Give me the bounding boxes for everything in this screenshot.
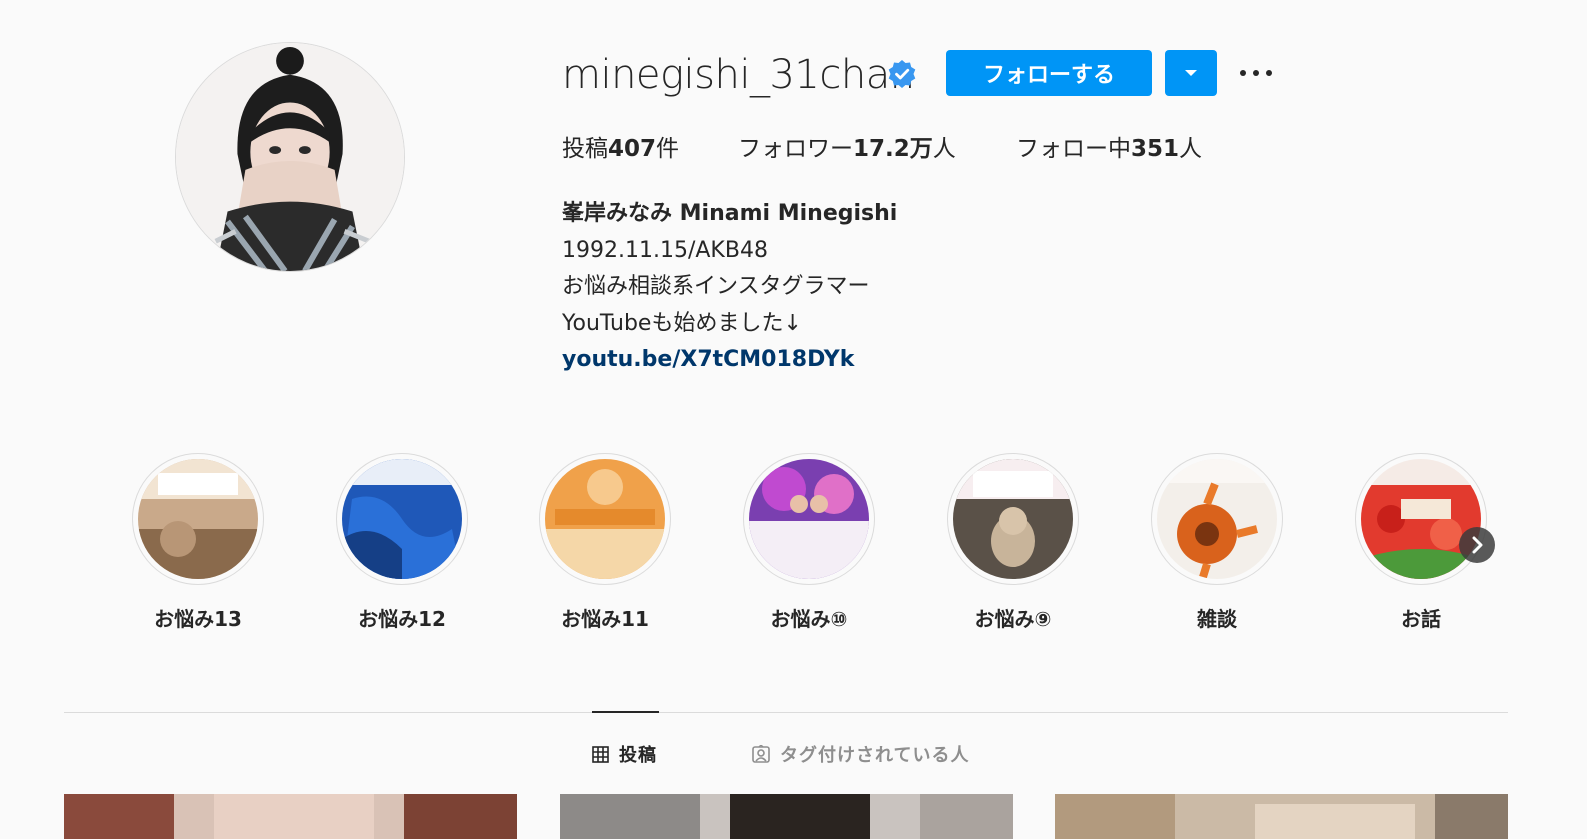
highlight-label: お悩み⑨ bbox=[974, 607, 1052, 631]
post-image bbox=[64, 794, 517, 839]
highlight-item[interactable]: 雑談 bbox=[1147, 453, 1287, 632]
tab-posts-label: 投稿 bbox=[619, 745, 657, 766]
chevron-right-icon bbox=[1472, 536, 1483, 554]
profile-avatar[interactable] bbox=[175, 42, 405, 272]
posts-label: 投稿 bbox=[562, 136, 608, 162]
highlight-label: お悩み13 bbox=[154, 607, 242, 631]
followers-suffix: 人 bbox=[932, 136, 956, 162]
more-options-icon[interactable] bbox=[1236, 56, 1276, 90]
story-highlights: お悩み13 お悩み12 お悩み11 お悩み⑩ お悩み⑨ 雑談 お話 bbox=[0, 453, 1587, 643]
verified-badge-icon bbox=[888, 60, 916, 88]
highlight-item[interactable]: お悩み⑨ bbox=[943, 453, 1083, 632]
highlight-cover bbox=[138, 459, 258, 579]
post-thumbnail[interactable] bbox=[1055, 794, 1508, 839]
highlight-ring bbox=[743, 453, 875, 585]
chevron-down-icon bbox=[1185, 70, 1197, 76]
followers-stat-link[interactable]: フォロワー17.2万人 bbox=[738, 132, 956, 166]
bio-external-link[interactable]: youtu.be/X7tCM018DYk bbox=[562, 342, 897, 379]
post-thumbnail[interactable] bbox=[64, 794, 517, 839]
highlight-item[interactable]: お悩み12 bbox=[332, 453, 472, 632]
highlight-cover bbox=[1157, 459, 1277, 579]
highlight-cover bbox=[342, 459, 462, 579]
profile-full-name: 峯岸みなみ Minami Minegishi bbox=[562, 201, 898, 226]
profile-page: minegishi_31chan フォローする 投稿407件 フォロワー17.2… bbox=[0, 0, 1587, 839]
highlight-item[interactable]: お悩み11 bbox=[535, 453, 675, 632]
highlight-label: 雑談 bbox=[1197, 607, 1237, 631]
followers-label: フォロワー bbox=[738, 136, 853, 162]
tab-tagged[interactable]: タグ付けされている人 bbox=[752, 740, 969, 768]
highlight-label: お悩み12 bbox=[358, 607, 446, 631]
profile-bio: 峯岸みなみ Minami Minegishi 1992.11.15/AKB48 … bbox=[562, 196, 897, 379]
follow-button[interactable]: フォローする bbox=[946, 50, 1152, 96]
posts-count: 407 bbox=[608, 136, 657, 162]
tabs-divider bbox=[64, 712, 1508, 713]
followers-count: 17.2万 bbox=[853, 136, 933, 162]
active-tab-indicator bbox=[592, 711, 659, 713]
following-suffix: 人 bbox=[1179, 136, 1203, 162]
following-stat-link[interactable]: フォロー中351人 bbox=[1016, 132, 1202, 166]
post-image bbox=[1055, 794, 1508, 839]
highlight-ring bbox=[132, 453, 264, 585]
post-thumbnail[interactable] bbox=[560, 794, 1013, 839]
post-image bbox=[560, 794, 1013, 839]
highlight-label: お話 bbox=[1401, 607, 1441, 631]
suggested-accounts-dropdown-button[interactable] bbox=[1165, 50, 1217, 96]
following-count: 351 bbox=[1131, 136, 1180, 162]
more-dot bbox=[1266, 70, 1272, 76]
bio-line: YouTubeも始めました↓ bbox=[562, 310, 802, 336]
highlight-ring bbox=[947, 453, 1079, 585]
highlight-cover bbox=[545, 459, 665, 579]
highlights-next-button[interactable] bbox=[1459, 527, 1495, 563]
more-dot bbox=[1253, 70, 1259, 76]
avatar-image bbox=[176, 43, 404, 271]
highlight-cover bbox=[749, 459, 869, 579]
highlight-ring bbox=[1151, 453, 1283, 585]
highlight-ring bbox=[539, 453, 671, 585]
highlight-label: お悩み11 bbox=[561, 607, 649, 631]
highlight-item[interactable]: お悩み13 bbox=[128, 453, 268, 632]
highlight-cover bbox=[953, 459, 1073, 579]
highlight-ring bbox=[1355, 453, 1487, 585]
highlight-item[interactable]: お悩み⑩ bbox=[739, 453, 879, 632]
highlight-label: お悩み⑩ bbox=[770, 607, 848, 631]
grid-icon bbox=[592, 745, 609, 763]
bio-line: 1992.11.15/AKB48 bbox=[562, 237, 768, 263]
profile-username: minegishi_31chan bbox=[562, 52, 915, 98]
tab-tagged-label: タグ付けされている人 bbox=[780, 745, 970, 766]
more-dot bbox=[1240, 70, 1246, 76]
posts-count-stat: 投稿407件 bbox=[562, 132, 679, 166]
following-label: フォロー中 bbox=[1016, 136, 1131, 162]
highlight-cover bbox=[1361, 459, 1481, 579]
tab-posts[interactable]: 投稿 bbox=[592, 740, 657, 768]
bio-line: お悩み相談系インスタグラマー bbox=[562, 274, 870, 299]
highlight-ring bbox=[336, 453, 468, 585]
posts-suffix: 件 bbox=[656, 136, 680, 162]
tagged-person-icon bbox=[752, 745, 770, 763]
